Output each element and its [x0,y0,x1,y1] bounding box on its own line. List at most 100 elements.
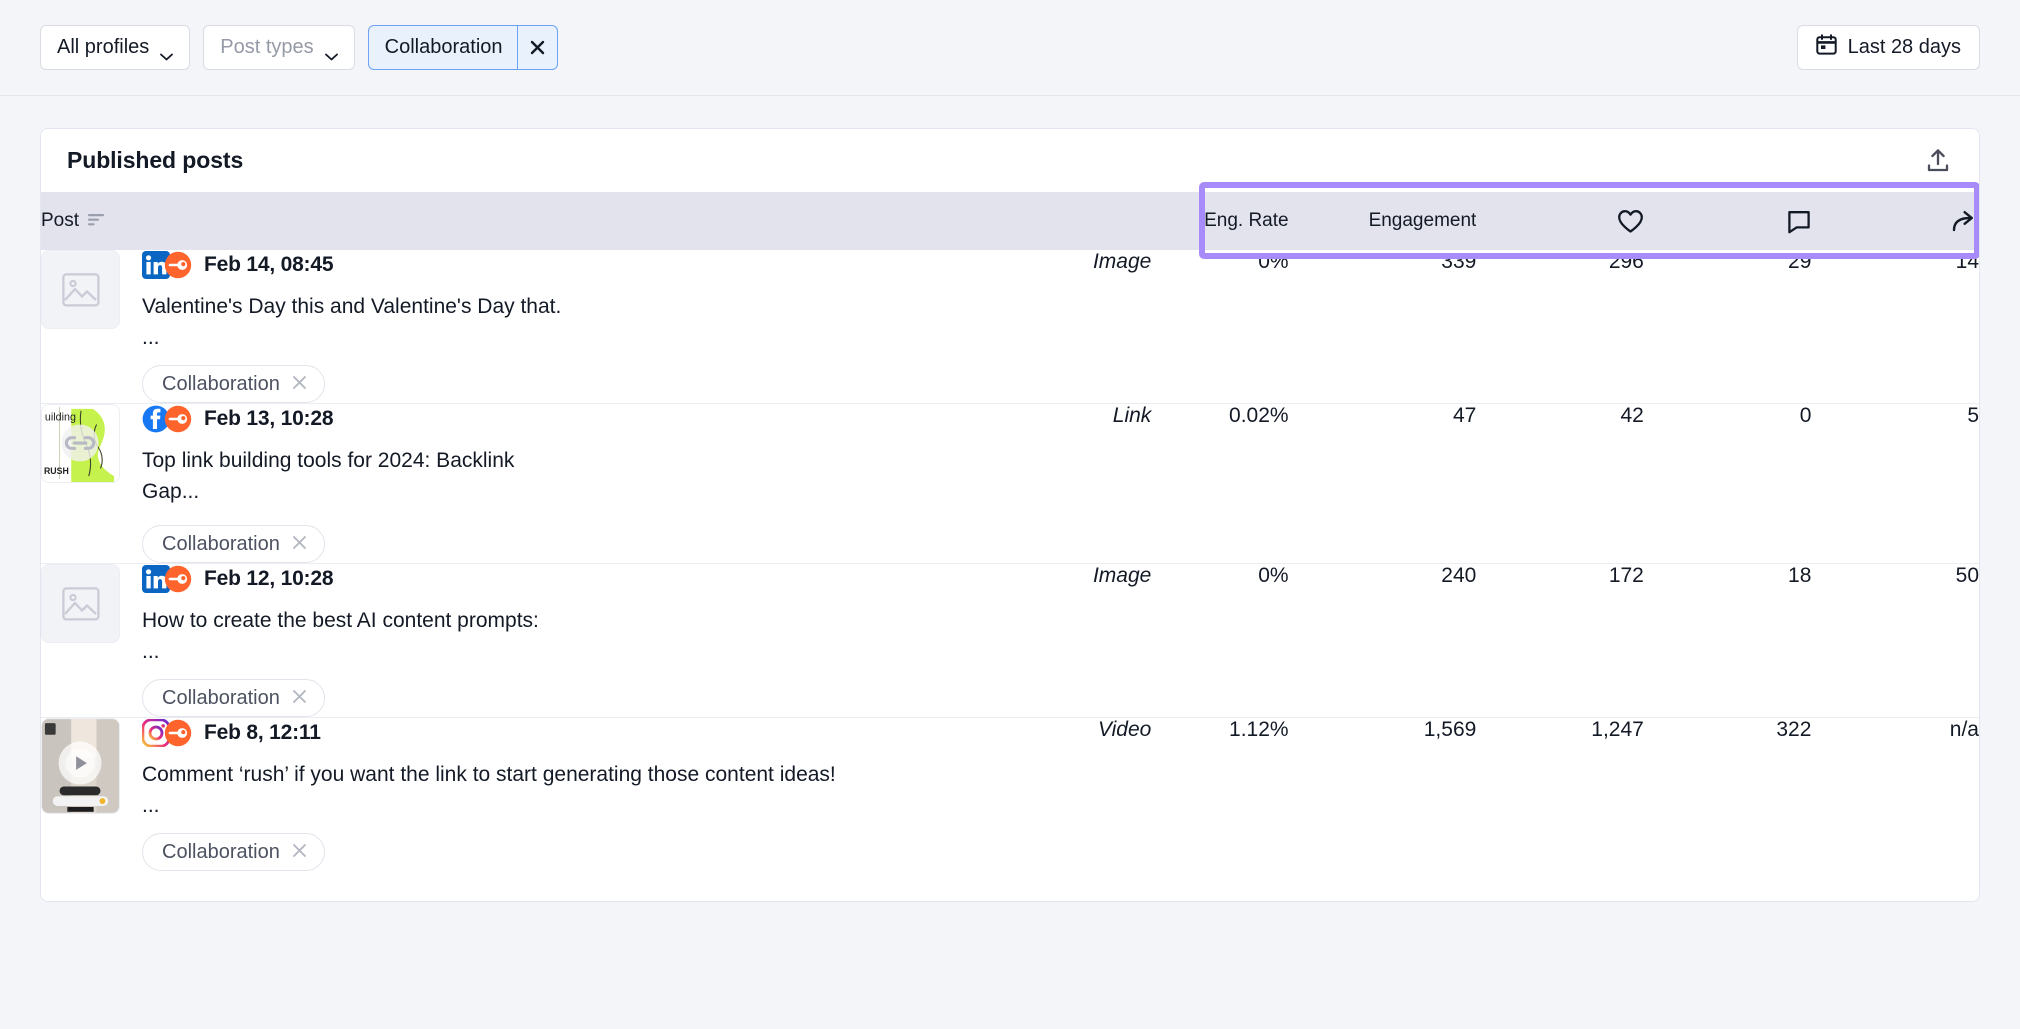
post-likes: 172 [1476,564,1644,718]
post-engagement: 47 [1289,404,1477,564]
post-likes: 296 [1476,250,1644,404]
post-types-filter-dropdown[interactable]: Post types [203,25,354,70]
column-header-type [970,192,1152,250]
post-thumbnail[interactable] [41,250,120,329]
filter-group: All profiles Post types Collaboration [40,25,558,70]
post-date: Feb 8, 12:11 [204,721,321,745]
remove-tag-icon[interactable] [292,687,307,710]
chevron-down-icon [160,44,173,52]
post-shares: 50 [1811,564,1979,718]
post-likes: 42 [1476,404,1644,564]
table-header: Post [41,192,1979,250]
column-header-comments[interactable] [1644,192,1812,250]
column-header-eng-rate[interactable]: Eng. Rate [1151,192,1288,250]
post-eng-rate: 0% [1151,564,1288,718]
post-text-ellipsis[interactable]: ... [142,643,539,661]
post-type: Link [970,404,1152,564]
table-row[interactable]: Feb 8, 12:11 Comment ‘rush’ if you want … [41,718,1979,872]
svg-text:RUSH: RUSH [44,466,69,476]
post-tag-label: Collaboration [162,533,280,556]
active-tag-filter[interactable]: Collaboration [368,25,558,70]
post-text: How to create the best AI content prompt… [142,605,539,636]
network-icons [142,405,192,433]
column-header-eng-rate-label: Eng. Rate [1204,210,1289,231]
date-range-picker[interactable]: Last 28 days [1797,25,1980,70]
post-text: Valentine's Day this and Valentine's Day… [142,291,561,322]
remove-tag-icon[interactable] [292,841,307,864]
post-eng-rate: 1.12% [1151,718,1288,872]
image-placeholder-icon [62,587,100,621]
published-posts-table: Post [41,192,1979,871]
table-header-row: Post [41,192,1979,250]
post-shares: 14 [1811,250,1979,404]
svg-text:uilding: uilding [45,412,76,424]
card-header: Published posts [41,129,1979,192]
post-text-ellipsis[interactable]: ... [142,329,561,347]
post-thumbnail[interactable]: uilding RUSH [41,404,120,483]
network-icons [142,719,192,747]
post-text: Comment ‘rush’ if you want the link to s… [142,759,836,790]
close-icon [530,40,545,55]
post-comments: 29 [1644,250,1812,404]
semrush-badge-icon [164,719,192,747]
network-icons [142,251,192,279]
post-comments: 18 [1644,564,1812,718]
post-shares: n/a [1811,718,1979,872]
post-cell: uilding RUSH [41,404,970,564]
column-header-post[interactable]: Post [41,192,970,250]
post-comments: 0 [1644,404,1812,564]
profiles-filter-dropdown[interactable]: All profiles [40,25,190,70]
post-text-ellipsis[interactable]: ... [142,797,836,815]
post-shares: 5 [1811,404,1979,564]
column-header-post-label: Post [41,210,79,232]
post-tag-chip[interactable]: Collaboration [142,833,325,871]
date-range-label: Last 28 days [1848,36,1961,59]
post-likes: 1,247 [1476,718,1644,872]
published-posts-card: Published posts Post [40,128,1980,902]
post-tag-chip[interactable]: Collaboration [142,525,325,563]
post-date: Feb 14, 08:45 [204,253,333,277]
column-header-engagement-label: Engagement [1369,210,1477,231]
post-tag-chip[interactable]: Collaboration [142,365,325,403]
post-tag-label: Collaboration [162,687,280,710]
comment-icon [1644,209,1812,234]
post-type: Image [970,250,1152,404]
post-comments: 322 [1644,718,1812,872]
column-header-shares[interactable] [1811,192,1979,250]
remove-tag-icon[interactable] [292,373,307,396]
post-tag-chip[interactable]: Collaboration [142,679,325,717]
published-posts-section: Published posts Post [0,96,2020,902]
table-body: Feb 14, 08:45 Valentine's Day this and V… [41,250,1979,871]
post-date: Feb 12, 10:28 [204,567,333,591]
column-header-likes[interactable] [1476,192,1644,250]
profiles-filter-label: All profiles [57,36,149,59]
network-icons [142,565,192,593]
post-engagement: 240 [1289,564,1477,718]
heart-icon [1476,209,1644,234]
post-engagement: 339 [1289,250,1477,404]
sort-icon[interactable] [88,210,105,232]
semrush-badge-icon [164,405,192,433]
video-preview-thumbnail [42,718,119,814]
export-upload-icon[interactable] [1921,144,1955,178]
post-type: Video [970,718,1152,872]
filter-bar: All profiles Post types Collaboration [0,0,2020,96]
remove-tag-filter-button[interactable] [517,26,557,69]
remove-tag-icon[interactable] [292,533,307,556]
image-placeholder-icon [62,273,100,307]
post-thumbnail[interactable] [41,718,120,814]
card-footer [41,871,1979,901]
post-tag-label: Collaboration [162,841,280,864]
semrush-badge-icon [164,565,192,593]
column-header-engagement[interactable]: Engagement [1289,192,1477,250]
post-thumbnail[interactable] [41,564,120,643]
table-row[interactable]: uilding RUSH [41,404,1979,564]
post-cell: Feb 14, 08:45 Valentine's Day this and V… [41,250,970,404]
share-icon [1811,209,1979,233]
post-engagement: 1,569 [1289,718,1477,872]
page-title: Published posts [67,147,243,174]
post-tag-label: Collaboration [162,373,280,396]
active-tag-filter-label: Collaboration [369,26,517,69]
table-row[interactable]: Feb 14, 08:45 Valentine's Day this and V… [41,250,1979,404]
table-row[interactable]: Feb 12, 10:28 How to create the best AI … [41,564,1979,718]
